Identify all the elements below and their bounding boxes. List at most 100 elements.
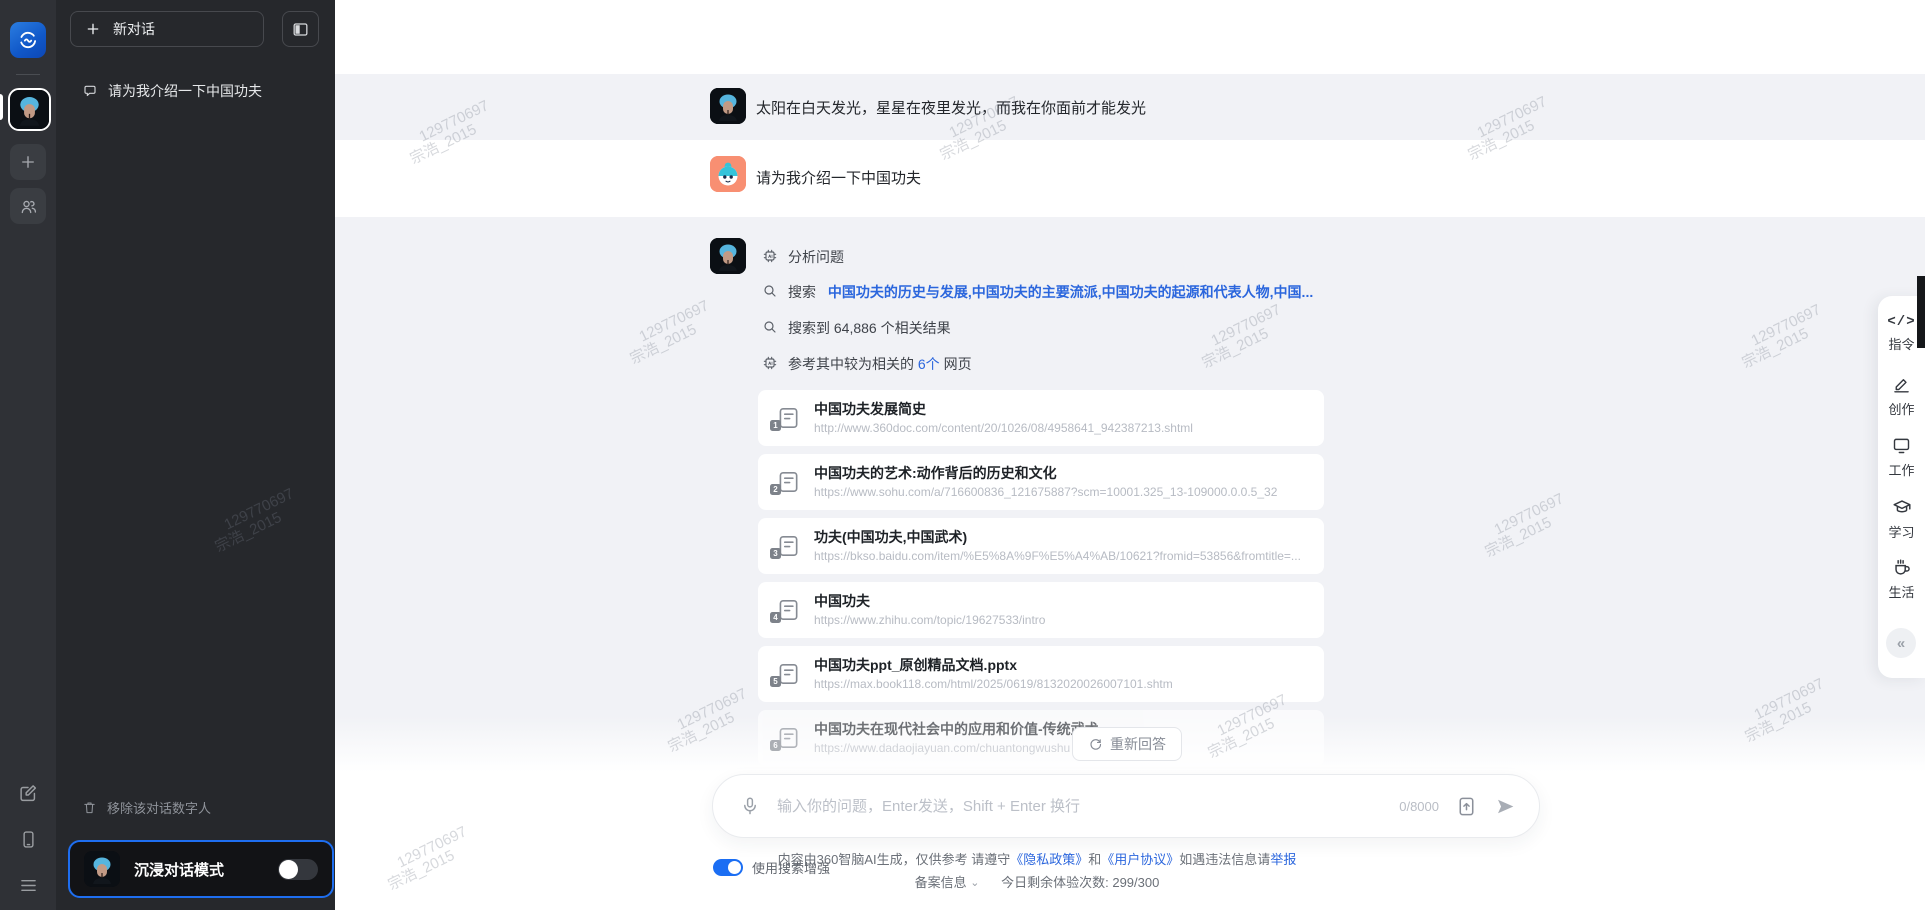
reference-title: 功夫(中国功夫,中国武术) [814,527,967,547]
reference-card[interactable]: 4 中国功夫 https://www.zhihu.com/topic/19627… [758,582,1324,638]
reference-card[interactable]: 1 中国功夫发展简史 http://www.360doc.com/content… [758,390,1324,446]
chat-input[interactable] [775,797,1399,816]
persona-gallery-button[interactable] [10,188,46,224]
app-logo-icon [16,28,40,52]
remove-persona-button[interactable]: 移除该对话数字人 [70,794,302,820]
divider [16,74,40,75]
char-counter: 0/8000 [1399,799,1439,814]
chat-bubble-icon [82,83,98,99]
remove-persona-label: 移除该对话数字人 [107,798,211,817]
trash-icon [82,800,97,815]
rail-item-label: 生活 [1888,582,1914,601]
send-icon[interactable] [1494,795,1517,818]
compose-note-button[interactable] [13,778,43,808]
rail-item-study[interactable]: 学习 [1878,496,1925,541]
digital-human-message: 太阳在白天发光，星星在夜里发光，而我在你面前才能发光 [756,97,1146,118]
active-persona-indicator [0,94,3,120]
legal-text: 内容由360智脑AI生成，仅供参考 请遵守 [778,852,1011,867]
collapse-rail-button[interactable]: « [1886,628,1916,658]
rail-item-label: 工作 [1888,460,1914,479]
reference-card[interactable]: 2 中国功夫的艺术:动作背后的历史和文化 https://www.sohu.co… [758,454,1324,510]
add-persona-button[interactable] [10,144,46,180]
search-results-step: 搜索到 64,886 个相关结果 [788,318,951,338]
digital-human-avatar [710,88,746,124]
robot-avatar [710,156,746,192]
plus-icon [19,153,37,171]
analysis-step-label: 分析问题 [788,247,844,267]
new-chat-label: 新对话 [113,19,155,39]
digital-human-avatar-button[interactable] [8,88,51,131]
reference-title: 中国功夫在现代社会中的应用和价值-传统武术 [814,719,1099,739]
immersive-avatar [84,851,120,887]
reference-number-badge: 4 [770,612,781,623]
reference-card[interactable]: 3 功夫(中国功夫,中国武术) https://bkso.baidu.com/i… [758,518,1324,574]
people-icon [19,197,38,216]
reference-number-badge: 6 [770,740,781,751]
menu-button[interactable] [13,870,43,900]
refs-suffix: 网页 [940,356,972,372]
rail-item-label: 学习 [1888,522,1914,541]
scrollbar-thumb[interactable] [1917,276,1925,348]
results-suffix: 个相关结果 [877,320,951,336]
legal-text: 和 [1088,852,1101,867]
graduation-cap-icon [1891,496,1913,518]
refresh-icon [1088,737,1103,752]
reference-title: 中国功夫发展简史 [814,399,926,419]
reference-url: https://www.sohu.com/a/716600836_1216758… [814,485,1277,499]
message-composer: 0/8000 [712,774,1540,838]
reference-url: http://www.360doc.com/content/20/1026/08… [814,421,1193,435]
new-chat-button[interactable]: 新对话 [70,11,264,47]
hamburger-icon [18,875,39,896]
ai-chip-icon [762,248,778,264]
search-label: 搜索 [788,284,816,300]
reference-url: https://max.book118.com/html/2025/0619/8… [814,677,1173,691]
chevron-down-icon: ⌄ [970,876,979,889]
results-prefix: 搜索到 [788,320,834,336]
search-step: 搜索 中国功夫的历史与发展,中国功夫的主要流派,中国功夫的起源和代表人物,中国.… [788,282,1313,302]
references-step: 参考其中较为相关的 6个 网页 [788,354,972,374]
collapse-sidebar-button[interactable] [282,11,319,47]
coffee-icon [1891,556,1913,578]
rail-item-life[interactable]: 生活 [1878,556,1925,601]
reference-title: 中国功夫ppt_原创精品文档.pptx [814,655,1017,675]
conversation-sidebar: 新对话 请为我介绍一下中国功夫 移除该对话数字人 [56,0,335,910]
regenerate-button[interactable]: 重新回答 [1072,727,1182,761]
rail-item-work[interactable]: 工作 [1878,435,1925,479]
refs-prefix: 参考其中较为相关的 [788,356,918,372]
ai-chip-icon [762,355,778,371]
reference-title: 中国功夫的艺术:动作背后的历史和文化 [814,463,1057,483]
reference-card[interactable]: 6 中国功夫在现代社会中的应用和价值-传统武术 https://www.dada… [758,710,1324,766]
conversation-item[interactable]: 请为我介绍一下中国功夫 [70,76,300,106]
reference-card[interactable]: 5 中国功夫ppt_原创精品文档.pptx https://max.book11… [758,646,1324,702]
reference-url: https://www.dadaojiayuan.com/chuantongwu… [814,741,1070,755]
microphone-icon[interactable] [739,795,761,817]
regenerate-label: 重新回答 [1110,734,1166,754]
refs-count-link[interactable]: 6个 [918,356,940,372]
right-rail: </> 指令 创作 工作 学习 [1878,296,1925,678]
mobile-app-button[interactable] [13,824,43,854]
quota-text: 今日剩余体验次数: 299/300 [1001,875,1159,890]
chevron-double-left-icon: « [1897,635,1905,652]
plus-icon [85,21,101,37]
user-agreement-link[interactable]: 《用户协议》 [1101,852,1179,867]
app-logo[interactable] [10,22,46,58]
rail-item-creation[interactable]: 创作 [1878,374,1925,418]
immersive-mode-label: 沉浸对话模式 [134,859,278,880]
privacy-policy-link[interactable]: 《隐私政策》 [1010,852,1088,867]
beian-dropdown[interactable]: 备案信息 [915,875,967,890]
immersive-mode-card[interactable]: 沉浸对话模式 [68,840,334,898]
report-link[interactable]: 举报 [1270,852,1296,867]
legal-text: 如遇违法信息请 [1179,852,1270,867]
search-icon [762,283,778,299]
immersive-mode-toggle[interactable] [278,859,318,880]
digital-human-avatar [10,90,49,129]
reference-number-badge: 1 [770,420,781,431]
reference-number-badge: 2 [770,484,781,495]
digital-human-avatar [710,238,746,274]
search-icon [762,319,778,335]
upload-file-icon[interactable] [1455,795,1478,818]
search-query-link[interactable]: 中国功夫的历史与发展,中国功夫的主要流派,中国功夫的起源和代表人物,中国... [828,284,1313,300]
phone-icon [18,829,39,850]
conversation-title: 请为我介绍一下中国功夫 [108,81,262,101]
rail-item-label: 创作 [1888,399,1914,418]
